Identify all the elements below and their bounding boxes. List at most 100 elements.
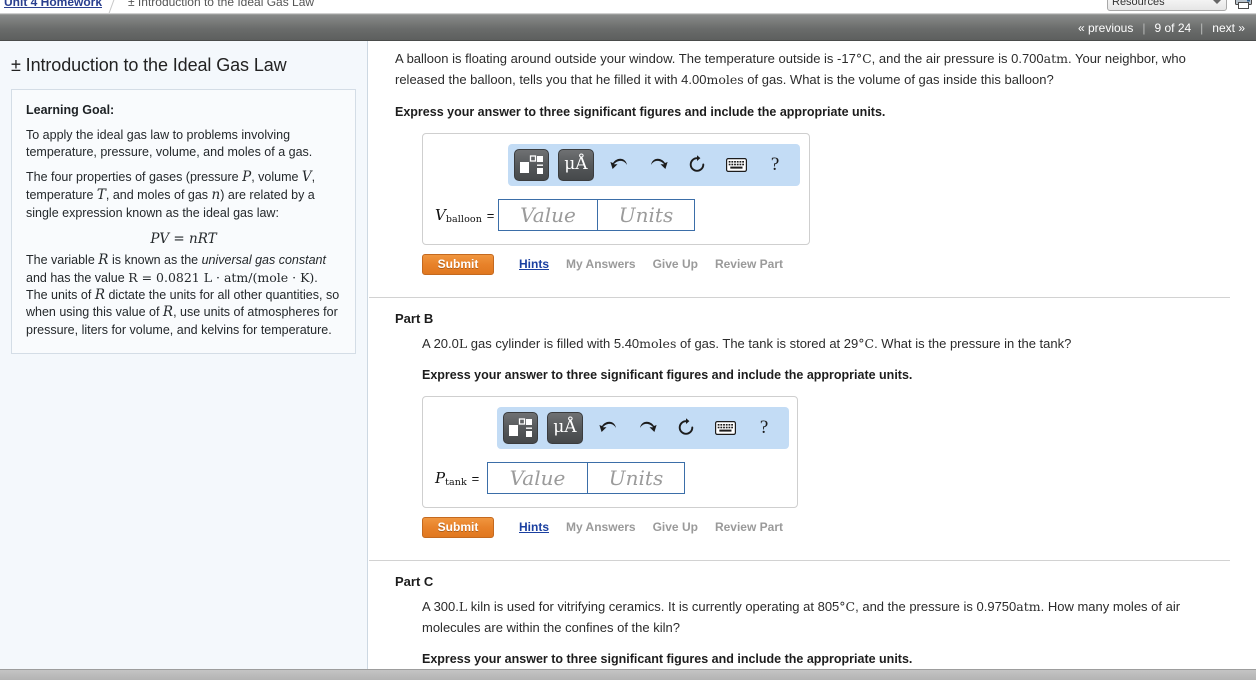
part-A-section: A balloon is floating around outside you… (395, 48, 1238, 275)
keyboard-icon[interactable] (723, 150, 749, 180)
part-divider-A-B (369, 296, 1230, 298)
part-B-question: A 20.0L gas cylinder is filled with 5.40… (422, 333, 1234, 354)
breadcrumb-separator-icon (102, 0, 128, 13)
part-B-submit-button[interactable]: Submit (422, 516, 494, 538)
part-A-value-input[interactable]: Value (498, 198, 598, 231)
variable-intro: The variable (26, 253, 95, 268)
part-B-heading: Part B (395, 310, 434, 326)
undo-arrow-icon-svg (610, 158, 627, 169)
part-divider-B-C (369, 559, 1230, 561)
part-A-give-up-link[interactable]: Give Up (653, 257, 698, 271)
part-B-my-answers-link[interactable]: My Answers (566, 520, 636, 534)
part-A-equals-sign: = (486, 207, 495, 223)
part-A-moles-unit: moles (706, 72, 744, 88)
part-B-q-4: . What is the pressure in the tank? (874, 335, 1072, 351)
part-B-answer-card: μÅ ? Ptank = Value Units (422, 395, 798, 508)
part-B-var-subscript: tank (445, 476, 467, 488)
part-A-q-2: , and the air pressure is 0.700 (871, 51, 1044, 66)
units-micro-angstrom-icon[interactable]: μÅ (547, 411, 583, 444)
part-B-volume-unit: L (458, 335, 468, 351)
part-A-q-1: A balloon is floating around outside you… (395, 51, 856, 66)
variable-mid: is known as the (111, 253, 199, 268)
symbol-V: V (301, 169, 312, 186)
part-B-hints-link[interactable]: Hints (519, 520, 549, 534)
part-B-review-part-link[interactable]: Review Part (715, 520, 783, 534)
undo-arrow-icon[interactable] (596, 413, 622, 443)
part-A-units-input[interactable]: Units (598, 198, 695, 231)
learning-goal-panel: Learning Goal: To apply the ideal gas la… (11, 88, 356, 354)
part-B-equals-sign: = (471, 470, 480, 486)
part-A-question: A balloon is floating around outside you… (395, 48, 1207, 91)
breadcrumb-course-link[interactable]: Unit 4 Homework (4, 0, 102, 9)
help-question-icon[interactable]: ? (762, 150, 788, 180)
part-B-section: Part B A 20.0L gas cylinder is filled wi… (395, 311, 1238, 538)
previous-page-link[interactable]: « previous (1069, 21, 1142, 35)
part-B-units-input[interactable]: Units (588, 461, 685, 494)
learning-goal-text: To apply the ideal gas law to problems i… (26, 128, 313, 159)
part-B-value-input[interactable]: Value (487, 461, 588, 494)
part-C-heading: Part C (395, 573, 434, 589)
printer-icon[interactable] (1235, 0, 1252, 9)
breadcrumb-bar: Unit 4 Homework ± Introduction to the Id… (0, 0, 1256, 14)
reset-circle-icon[interactable] (673, 413, 699, 443)
resources-dropdown[interactable]: Resources (1107, 0, 1227, 11)
math-template-icon-svg (509, 418, 533, 437)
reset-circle-icon-svg (690, 155, 705, 172)
part-C-temp-unit: °C (839, 598, 856, 614)
resources-dropdown-label: Resources (1112, 0, 1165, 8)
part-C-volume-unit: L (458, 598, 468, 614)
part-B-toolbar: μÅ ? (497, 406, 789, 449)
next-page-link[interactable]: next » (1203, 21, 1254, 35)
symbol-n: n (211, 186, 221, 203)
learning-goal-heading: Learning Goal: (26, 102, 115, 117)
part-A-my-answers-link[interactable]: My Answers (566, 257, 636, 271)
part-B-body: A 20.0L gas cylinder is filled with 5.40… (395, 333, 1238, 382)
part-A-review-part-link[interactable]: Review Part (715, 257, 783, 271)
keyboard-icon-svg (714, 420, 736, 435)
units-micro-angstrom-icon[interactable]: μÅ (558, 148, 594, 181)
undo-arrow-icon[interactable] (607, 150, 633, 180)
part-A-instruction: Express your answer to three significant… (395, 104, 886, 119)
gas-constant-text: The variable R is known as the universal… (26, 252, 340, 338)
part-A-temp-unit: °C (855, 51, 872, 66)
part-C-q-1: A 300. (422, 598, 459, 614)
help-question-icon[interactable]: ? (751, 413, 777, 443)
part-C-pressure-unit: atm (1016, 598, 1041, 614)
symbol-R-2: R (94, 286, 105, 303)
gas-properties-text: The four properties of gases (pressure P… (26, 169, 341, 221)
math-template-icon[interactable] (503, 411, 539, 444)
part-A-pressure-unit: atm (1043, 51, 1068, 66)
undo-arrow-icon-svg (599, 421, 616, 433)
part-A-field-row: Vballoon = Value Units (435, 198, 797, 231)
math-template-icon-svg (520, 154, 544, 174)
universal-gas-constant-term: universal gas constant (201, 253, 326, 268)
part-C-instruction: Express your answer to three significant… (422, 652, 913, 667)
horizontal-scrollbar[interactable] (0, 669, 1256, 680)
properties-intro: The four properties of gases (pressure (26, 170, 239, 185)
printer-icon-svg (1235, 0, 1252, 9)
part-C-body: A 300.L kiln is used for vitrifying cera… (395, 596, 1238, 666)
part-A-q-4: of gas. What is the volume of gas inside… (743, 72, 1054, 88)
reset-circle-icon[interactable] (684, 150, 710, 180)
part-C-question: A 300.L kiln is used for vitrifying cera… (422, 596, 1234, 638)
problem-sidebar: ± Introduction to the Ideal Gas Law Lear… (0, 41, 368, 669)
part-B-give-up-link[interactable]: Give Up (653, 520, 698, 534)
part-C-q-3: , and the pressure is 0.9750 (855, 598, 1017, 614)
redo-arrow-icon[interactable] (645, 150, 671, 180)
part-A-var-symbol: V (435, 205, 446, 224)
part-B-q-2: gas cylinder is filled with 5.40 (467, 335, 640, 351)
redo-arrow-icon[interactable] (634, 413, 660, 443)
part-A-answer-card: μÅ ? Vballoon = Value Units (422, 132, 810, 245)
symbol-R-3: R (162, 304, 174, 321)
redo-arrow-icon-svg (650, 158, 668, 169)
keyboard-icon-svg (725, 157, 747, 172)
part-A-variable-label: Vballoon = (435, 205, 498, 225)
math-template-icon[interactable] (514, 148, 550, 181)
part-A-hints-link[interactable]: Hints (519, 257, 549, 271)
keyboard-icon[interactable] (712, 413, 738, 443)
breadcrumb-current-item: ± Introduction to the Ideal Gas Law (128, 0, 315, 9)
part-A-submit-button[interactable]: Submit (422, 253, 494, 275)
part-B-temp-unit: °C (858, 335, 875, 351)
redo-arrow-icon-svg (639, 421, 657, 433)
part-A-toolbar: μÅ ? (508, 143, 800, 186)
